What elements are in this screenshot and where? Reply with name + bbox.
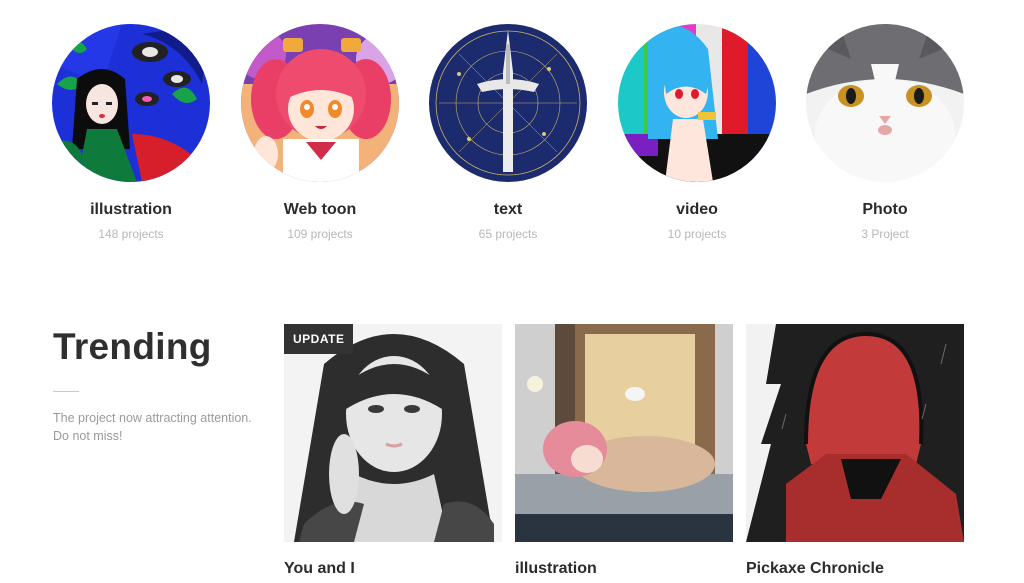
category-photo[interactable]: Photo 3 Project — [795, 24, 975, 241]
category-count: 109 projects — [287, 227, 353, 241]
category-list: illustration 148 projects Web toon 109 p… — [0, 0, 1024, 260]
trending-card-pickaxe-chronicle[interactable]: Pickaxe Chronicle — [746, 324, 964, 578]
category-name[interactable]: video — [607, 201, 787, 219]
update-badge: UPDATE — [284, 324, 354, 354]
card-title[interactable]: Pickaxe Chronicle — [746, 560, 964, 578]
category-webtoon[interactable]: Web toon 109 projects — [230, 24, 410, 241]
category-name[interactable]: Photo — [795, 201, 975, 219]
category-illustration[interactable]: illustration 148 projects — [41, 24, 221, 241]
category-name[interactable]: illustration — [41, 201, 221, 219]
category-name[interactable]: text — [418, 201, 598, 219]
trending-card-illustration[interactable]: illustration — [515, 324, 733, 578]
category-name[interactable]: Web toon — [230, 201, 410, 219]
card-title[interactable]: You and I — [284, 560, 502, 578]
trending-card-you-and-i[interactable]: UPDATE You and I — [284, 324, 502, 578]
card-title[interactable]: illustration — [515, 560, 733, 578]
trending-description-line: Do not miss! — [53, 429, 123, 443]
category-text[interactable]: text 65 projects — [418, 24, 598, 241]
category-illustration-thumbnail[interactable] — [52, 24, 210, 182]
trending-divider — [53, 391, 79, 392]
trending-title: Trending — [53, 326, 212, 367]
trending-description-line: The project now attracting attention. — [53, 411, 252, 425]
card-thumbnail[interactable] — [746, 324, 964, 542]
trending-description: The project now attracting attention. Do… — [53, 409, 273, 445]
category-count: 65 projects — [478, 227, 538, 241]
category-count: 148 projects — [98, 227, 164, 241]
category-video[interactable]: video 10 projects — [607, 24, 787, 241]
category-count: 3 Project — [861, 227, 909, 241]
category-text-thumbnail[interactable] — [429, 24, 587, 182]
category-webtoon-thumbnail[interactable] — [241, 24, 399, 182]
category-count: 10 projects — [667, 227, 727, 241]
category-photo-thumbnail[interactable] — [806, 24, 964, 182]
category-video-thumbnail[interactable] — [618, 24, 776, 182]
card-thumbnail[interactable] — [515, 324, 733, 542]
card-thumbnail[interactable]: UPDATE — [284, 324, 502, 542]
